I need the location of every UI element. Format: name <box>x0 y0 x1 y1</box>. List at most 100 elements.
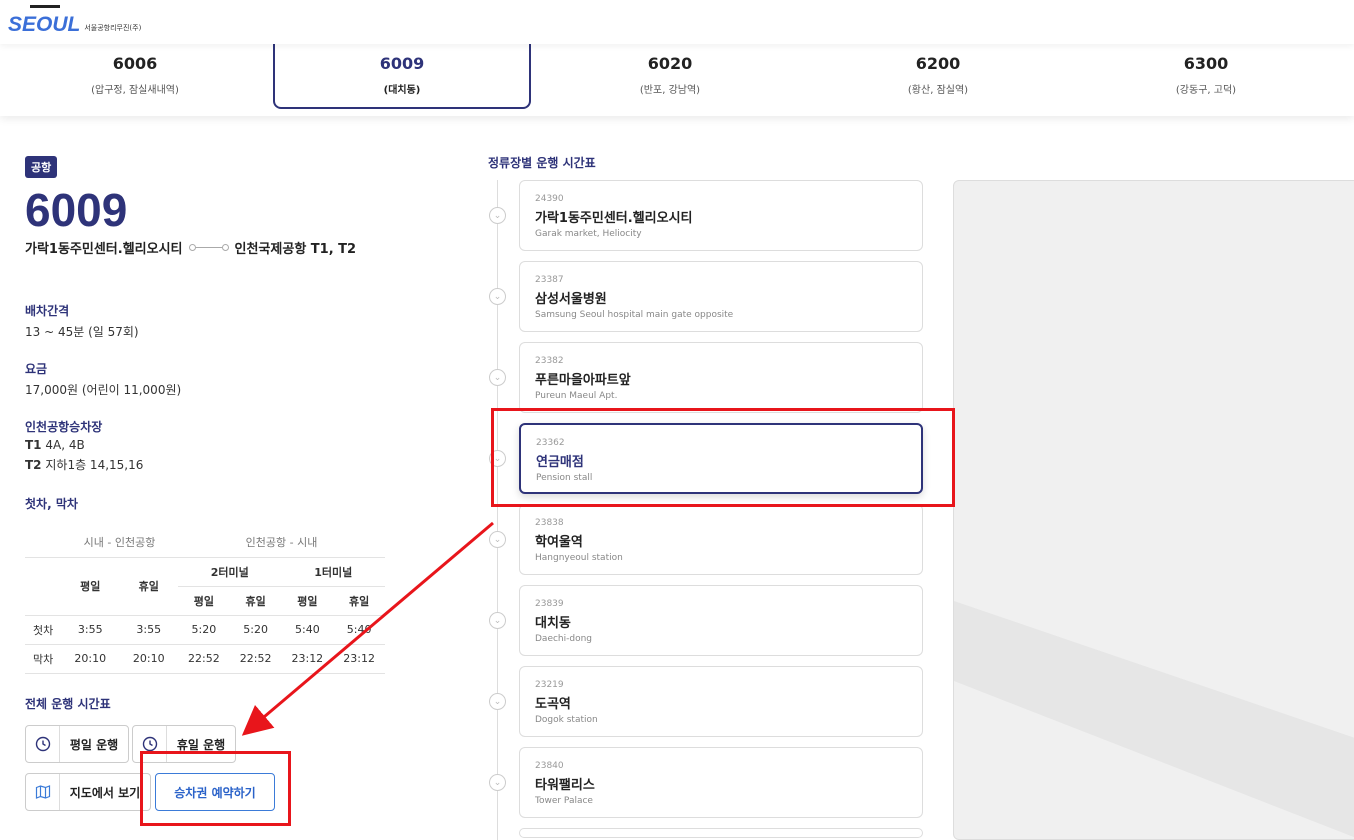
stop-id: 23840 <box>535 761 564 771</box>
t2-value: 지하1층 14,15,16 <box>41 458 144 472</box>
tab-6020[interactable]: 6020 (반포, 강남역) <box>535 44 805 109</box>
clock-icon <box>26 726 60 762</box>
tab-6200[interactable]: 6200 (황산, 잠실역) <box>803 44 1073 109</box>
route-number: 6009 <box>25 184 128 236</box>
route-connector-icon <box>188 244 229 251</box>
tab-6009[interactable]: 6009 (대치동) <box>273 44 531 109</box>
stop-card[interactable]: 23219 도곡역 Dogok station <box>519 666 923 737</box>
logo-word: SEOUL <box>8 13 81 36</box>
stop-id: 23387 <box>535 275 564 285</box>
stop-name-en: Dogok station <box>535 715 598 725</box>
route-tabs: 6006 (압구정, 잠실새내역) 6009 (대치동) 6020 (반포, 강… <box>0 44 1354 116</box>
holiday-schedule-button[interactable]: 휴일 운행 <box>132 725 236 763</box>
table-cell: 5:20 <box>229 615 282 645</box>
table-row: 첫차 3:55 3:55 5:20 5:20 5:40 5:40 <box>25 615 385 645</box>
chevron-down-icon[interactable]: ⌄ <box>489 288 506 305</box>
route-destination: 인천국제공항 T1, T2 <box>234 242 357 257</box>
chevron-down-icon[interactable]: ⌄ <box>489 207 506 224</box>
stop-card[interactable]: 23839 대치동 Daechi-dong <box>519 585 923 656</box>
tab-description: (대치동) <box>383 85 421 96</box>
chevron-down-icon[interactable]: ⌄ <box>489 369 506 386</box>
stop-name: 타워팰리스 <box>535 778 595 793</box>
stop-name-en: Samsung Seoul hospital main gate opposit… <box>535 310 734 320</box>
table-cell: 20:10 <box>119 644 178 674</box>
stop-card[interactable]: 24390 가락1동주민센터.헬리오시티 Garak market, Helio… <box>519 180 923 251</box>
tab-6006[interactable]: 6006 (압구정, 잠실새내역) <box>0 44 270 109</box>
tab-description: (압구정, 잠실새내역) <box>91 85 179 96</box>
chevron-down-icon[interactable]: ⌄ <box>489 450 506 467</box>
tab-description: (황산, 잠실역) <box>907 85 969 96</box>
header-terminal1: 1터미널 <box>281 557 385 587</box>
table-cell: 22:52 <box>178 644 230 674</box>
stop-card[interactable] <box>519 828 923 838</box>
stop-id: 23838 <box>535 518 564 528</box>
table-cell: 23:12 <box>333 644 385 674</box>
chevron-down-icon[interactable]: ⌄ <box>489 531 506 548</box>
stop-card-selected[interactable]: 23362 연금매점 Pension stall <box>519 423 923 494</box>
stop-id: 24390 <box>535 194 564 204</box>
logo-bar <box>30 5 60 8</box>
t2-label: T2 <box>25 458 42 472</box>
tab-description: (반포, 강남역) <box>639 85 701 96</box>
stop-card[interactable]: 23382 푸른마을아파트앞 Pureun Maeul Apt. <box>519 342 923 413</box>
full-schedule-label: 전체 운행 시간표 <box>25 697 111 711</box>
stop-id: 23382 <box>535 356 564 366</box>
button-label: 지도에서 보기 <box>69 785 141 800</box>
top-bar: SEOUL 서울공항리무진(주) <box>0 0 1354 44</box>
timeline-title: 정류장별 운행 시간표 <box>488 156 596 170</box>
route-endpoints: 가락1동주민센터.헬리오시티 인천국제공항 T1, T2 <box>25 238 465 257</box>
stop-card[interactable]: 23387 삼성서울병원 Samsung Seoul hospital main… <box>519 261 923 332</box>
table-cell: 3:55 <box>119 615 178 645</box>
weekday-schedule-button[interactable]: 평일 운행 <box>25 725 129 763</box>
first-last-table: 시내 - 인천공항 인천공항 - 시내 평일 휴일 2터미널 1터미널 평일 휴… <box>25 528 385 674</box>
header-weekday: 평일 <box>61 557 120 616</box>
stop-name-en: Daechi-dong <box>535 634 593 644</box>
header-weekday: 평일 <box>281 586 334 616</box>
header-weekday: 평일 <box>178 586 230 616</box>
stop-name: 푸른마을아파트앞 <box>535 373 631 388</box>
table-cell: 5:40 <box>333 615 385 645</box>
stop-id: 23362 <box>536 438 565 448</box>
boarding-t1: T1 4A, 4B <box>25 435 465 455</box>
fare-label: 요금 <box>25 362 48 376</box>
interval-value: 13 ~ 45분 (일 57회) <box>25 325 139 339</box>
table-cell: 22:52 <box>229 644 282 674</box>
tab-number: 6020 <box>647 54 693 73</box>
chevron-down-icon[interactable]: ⌄ <box>489 774 506 791</box>
chevron-down-icon[interactable]: ⌄ <box>489 612 506 629</box>
stop-card[interactable]: 23838 학여울역 Hangnyeoul station <box>519 504 923 575</box>
view-map-button[interactable]: 지도에서 보기 <box>25 773 151 811</box>
chevron-down-icon[interactable]: ⌄ <box>489 693 506 710</box>
stop-card[interactable]: 23840 타워팰리스 Tower Palace <box>519 747 923 818</box>
row-label: 첫차 <box>25 615 61 645</box>
logo[interactable]: SEOUL 서울공항리무진(주) <box>8 5 141 36</box>
table-cell: 5:20 <box>178 615 230 645</box>
clock-icon <box>133 726 167 762</box>
button-label: 승차권 예약하기 <box>174 785 256 800</box>
map-view[interactable] <box>953 180 1354 840</box>
boarding-t2: T2 지하1층 14,15,16 <box>25 455 465 475</box>
table-cell: 23:12 <box>281 644 334 674</box>
stop-name: 연금매점 <box>536 455 584 470</box>
route-origin: 가락1동주민센터.헬리오시티 <box>25 242 183 257</box>
tab-number: 6006 <box>112 54 158 73</box>
route-info: 공항 6009 가락1동주민센터.헬리오시티 인천국제공항 T1, T2 배차간… <box>25 156 465 512</box>
reserve-ticket-button[interactable]: 승차권 예약하기 <box>155 773 275 811</box>
table-cell: 20:10 <box>61 644 120 674</box>
stop-name: 학여울역 <box>535 535 583 550</box>
header-airport-city: 인천공항 - 시내 <box>178 528 385 558</box>
table-cell: 5:40 <box>281 615 334 645</box>
tab-number: 6300 <box>1183 54 1229 73</box>
stop-name: 삼성서울병원 <box>535 292 607 307</box>
tab-number: 6009 <box>379 54 425 73</box>
route-type-badge: 공항 <box>25 156 58 178</box>
tab-6300[interactable]: 6300 (강동구, 고덕) <box>1071 44 1341 109</box>
button-label: 휴일 운행 <box>176 737 226 752</box>
table-row: 막차 20:10 20:10 22:52 22:52 23:12 23:12 <box>25 644 385 674</box>
stop-name-en: Tower Palace <box>535 796 593 806</box>
stop-name: 대치동 <box>535 616 571 631</box>
row-label: 막차 <box>25 644 61 674</box>
tab-number: 6200 <box>915 54 961 73</box>
button-label: 평일 운행 <box>69 737 119 752</box>
stop-name-en: Garak market, Heliocity <box>535 229 642 239</box>
